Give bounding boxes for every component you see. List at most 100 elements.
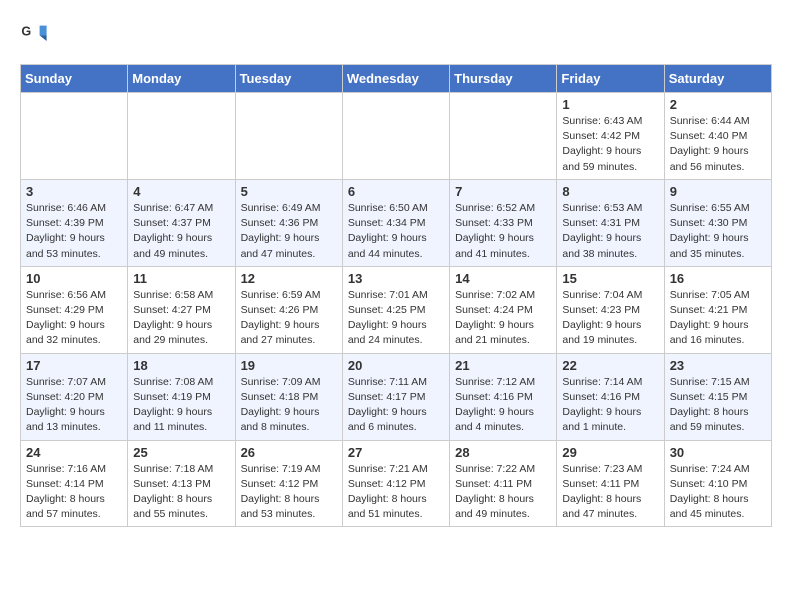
day-number: 29 — [562, 445, 658, 460]
day-number: 16 — [670, 271, 766, 286]
day-info: Sunrise: 7:02 AM Sunset: 4:24 PM Dayligh… — [455, 288, 551, 349]
calendar-cell: 5 Sunrise: 6:49 AM Sunset: 4:36 PM Daylig… — [235, 179, 342, 266]
calendar-cell: 30 Sunrise: 7:24 AM Sunset: 4:10 PM Dayli… — [664, 440, 771, 527]
day-info: Sunrise: 6:58 AM Sunset: 4:27 PM Dayligh… — [133, 288, 229, 349]
day-number: 26 — [241, 445, 337, 460]
day-number: 30 — [670, 445, 766, 460]
calendar-cell: 11 Sunrise: 6:58 AM Sunset: 4:27 PM Dayli… — [128, 266, 235, 353]
day-info: Sunrise: 6:43 AM Sunset: 4:42 PM Dayligh… — [562, 114, 658, 175]
day-info: Sunrise: 7:05 AM Sunset: 4:21 PM Dayligh… — [670, 288, 766, 349]
calendar-cell: 25 Sunrise: 7:18 AM Sunset: 4:13 PM Dayli… — [128, 440, 235, 527]
calendar-cell: 4 Sunrise: 6:47 AM Sunset: 4:37 PM Daylig… — [128, 179, 235, 266]
day-number: 19 — [241, 358, 337, 373]
day-info: Sunrise: 6:52 AM Sunset: 4:33 PM Dayligh… — [455, 201, 551, 262]
day-info: Sunrise: 7:18 AM Sunset: 4:13 PM Dayligh… — [133, 462, 229, 523]
calendar-cell: 24Sunrise: 7:16 AM Sunset: 4:14 PM Dayli… — [21, 440, 128, 527]
day-number: 9 — [670, 184, 766, 199]
day-number: 23 — [670, 358, 766, 373]
col-header-thursday: Thursday — [450, 65, 557, 93]
logo-icon: G — [20, 20, 48, 48]
calendar-cell: 3 Sunrise: 6:46 AM Sunset: 4:39 PM Daylig… — [21, 179, 128, 266]
day-info: Sunrise: 6:47 AM Sunset: 4:37 PM Dayligh… — [133, 201, 229, 262]
day-number: 13 — [348, 271, 444, 286]
calendar-cell: 15 Sunrise: 7:04 AM Sunset: 4:23 PM Dayli… — [557, 266, 664, 353]
col-header-saturday: Saturday — [664, 65, 771, 93]
logo: G — [20, 20, 52, 48]
calendar-cell: 26 Sunrise: 7:19 AM Sunset: 4:12 PM Dayli… — [235, 440, 342, 527]
day-info: Sunrise: 6:44 AM Sunset: 4:40 PM Dayligh… — [670, 114, 766, 175]
calendar-cell — [342, 93, 449, 180]
calendar-cell: 22Sunrise: 7:14 AM Sunset: 4:16 PM Dayli… — [557, 353, 664, 440]
calendar-cell: 6 Sunrise: 6:50 AM Sunset: 4:34 PM Daylig… — [342, 179, 449, 266]
day-number: 25 — [133, 445, 229, 460]
day-info: Sunrise: 7:22 AM Sunset: 4:11 PM Dayligh… — [455, 462, 551, 523]
day-number: 14 — [455, 271, 551, 286]
day-number: 5 — [241, 184, 337, 199]
calendar-cell: 9 Sunrise: 6:55 AM Sunset: 4:30 PM Daylig… — [664, 179, 771, 266]
day-number: 11 — [133, 271, 229, 286]
calendar-cell: 8 Sunrise: 6:53 AM Sunset: 4:31 PM Daylig… — [557, 179, 664, 266]
calendar-cell — [21, 93, 128, 180]
day-info: Sunrise: 7:19 AM Sunset: 4:12 PM Dayligh… — [241, 462, 337, 523]
col-header-sunday: Sunday — [21, 65, 128, 93]
day-number: 12 — [241, 271, 337, 286]
col-header-wednesday: Wednesday — [342, 65, 449, 93]
day-info: Sunrise: 6:53 AM Sunset: 4:31 PM Dayligh… — [562, 201, 658, 262]
day-number: 27 — [348, 445, 444, 460]
calendar-cell: 14 Sunrise: 7:02 AM Sunset: 4:24 PM Dayli… — [450, 266, 557, 353]
day-info: Sunrise: 7:01 AM Sunset: 4:25 PM Dayligh… — [348, 288, 444, 349]
calendar-cell: 12Sunrise: 6:59 AM Sunset: 4:26 PM Dayli… — [235, 266, 342, 353]
day-number: 7 — [455, 184, 551, 199]
day-info: Sunrise: 7:23 AM Sunset: 4:11 PM Dayligh… — [562, 462, 658, 523]
day-number: 20 — [348, 358, 444, 373]
calendar-cell: 13 Sunrise: 7:01 AM Sunset: 4:25 PM Dayli… — [342, 266, 449, 353]
day-number: 22 — [562, 358, 658, 373]
day-info: Sunrise: 7:24 AM Sunset: 4:10 PM Dayligh… — [670, 462, 766, 523]
day-number: 17 — [26, 358, 122, 373]
calendar-cell: 23 Sunrise: 7:15 AM Sunset: 4:15 PM Dayli… — [664, 353, 771, 440]
day-info: Sunrise: 6:46 AM Sunset: 4:39 PM Dayligh… — [26, 201, 122, 262]
calendar-cell: 28 Sunrise: 7:22 AM Sunset: 4:11 PM Dayli… — [450, 440, 557, 527]
calendar-cell: 17 Sunrise: 7:07 AM Sunset: 4:20 PM Dayli… — [21, 353, 128, 440]
calendar-cell: 18 Sunrise: 7:08 AM Sunset: 4:19 PM Dayli… — [128, 353, 235, 440]
day-number: 21 — [455, 358, 551, 373]
day-number: 18 — [133, 358, 229, 373]
day-info: Sunrise: 6:50 AM Sunset: 4:34 PM Dayligh… — [348, 201, 444, 262]
day-info: Sunrise: 7:09 AM Sunset: 4:18 PM Dayligh… — [241, 375, 337, 436]
day-number: 1 — [562, 97, 658, 112]
calendar-cell: 7 Sunrise: 6:52 AM Sunset: 4:33 PM Daylig… — [450, 179, 557, 266]
calendar-cell — [235, 93, 342, 180]
col-header-monday: Monday — [128, 65, 235, 93]
day-info: Sunrise: 7:07 AM Sunset: 4:20 PM Dayligh… — [26, 375, 122, 436]
day-info: Sunrise: 7:12 AM Sunset: 4:16 PM Dayligh… — [455, 375, 551, 436]
day-number: 28 — [455, 445, 551, 460]
calendar-cell: 21 Sunrise: 7:12 AM Sunset: 4:16 PM Dayli… — [450, 353, 557, 440]
day-info: Sunrise: 7:04 AM Sunset: 4:23 PM Dayligh… — [562, 288, 658, 349]
calendar-cell — [128, 93, 235, 180]
day-number: 2 — [670, 97, 766, 112]
header: G — [20, 20, 772, 48]
day-number: 8 — [562, 184, 658, 199]
day-info: Sunrise: 6:49 AM Sunset: 4:36 PM Dayligh… — [241, 201, 337, 262]
calendar-cell: 29 Sunrise: 7:23 AM Sunset: 4:11 PM Dayli… — [557, 440, 664, 527]
calendar-cell: 2 Sunrise: 6:44 AM Sunset: 4:40 PM Daylig… — [664, 93, 771, 180]
day-info: Sunrise: 7:15 AM Sunset: 4:15 PM Dayligh… — [670, 375, 766, 436]
day-info: Sunrise: 7:11 AM Sunset: 4:17 PM Dayligh… — [348, 375, 444, 436]
day-number: 4 — [133, 184, 229, 199]
day-info: Sunrise: 7:16 AM Sunset: 4:14 PM Dayligh… — [26, 462, 122, 523]
day-number: 3 — [26, 184, 122, 199]
col-header-tuesday: Tuesday — [235, 65, 342, 93]
calendar-cell: 27 Sunrise: 7:21 AM Sunset: 4:12 PM Dayli… — [342, 440, 449, 527]
calendar-cell: 1 Sunrise: 6:43 AM Sunset: 4:42 PM Daylig… — [557, 93, 664, 180]
day-info: Sunrise: 7:08 AM Sunset: 4:19 PM Dayligh… — [133, 375, 229, 436]
day-number: 15 — [562, 271, 658, 286]
day-info: Sunrise: 7:21 AM Sunset: 4:12 PM Dayligh… — [348, 462, 444, 523]
svg-text:G: G — [21, 24, 31, 38]
calendar-cell: 10 Sunrise: 6:56 AM Sunset: 4:29 PM Dayli… — [21, 266, 128, 353]
day-number: 6 — [348, 184, 444, 199]
day-number: 10 — [26, 271, 122, 286]
calendar-cell: 16 Sunrise: 7:05 AM Sunset: 4:21 PM Dayli… — [664, 266, 771, 353]
day-info: Sunrise: 6:56 AM Sunset: 4:29 PM Dayligh… — [26, 288, 122, 349]
calendar-cell — [450, 93, 557, 180]
day-info: Sunrise: 6:55 AM Sunset: 4:30 PM Dayligh… — [670, 201, 766, 262]
